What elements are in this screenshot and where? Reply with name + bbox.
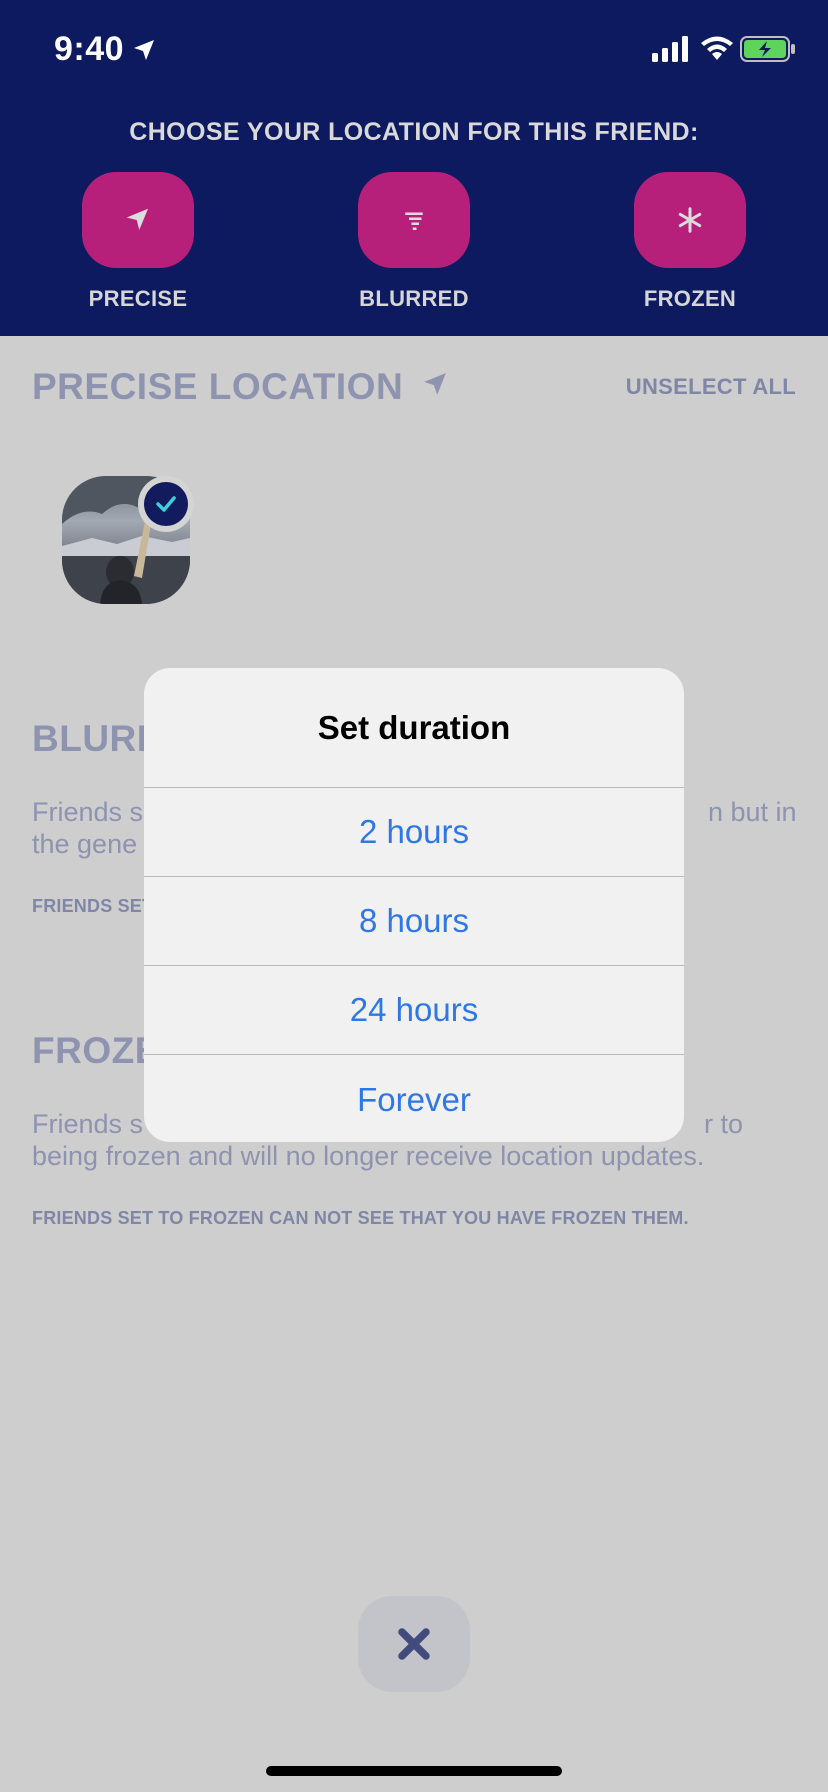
location-mode-header: 9:40 CHOOSE YOUR LOCATION FOR THIS FRIEN… xyxy=(0,0,828,336)
frozen-mode-button[interactable] xyxy=(634,172,746,268)
frozen-description-right: r to xyxy=(704,1109,744,1139)
location-arrow-icon xyxy=(126,208,148,230)
dialog-title: Set duration xyxy=(144,668,684,788)
mode-precise[interactable]: PRECISE xyxy=(82,172,194,312)
close-button[interactable] xyxy=(358,1596,470,1692)
frozen-description-line2: being frozen and will no longer receive … xyxy=(32,1141,705,1171)
precise-mode-label: PRECISE xyxy=(88,286,188,311)
wifi-icon xyxy=(701,36,733,60)
duration-option-24-hours[interactable]: 24 hours xyxy=(144,966,684,1055)
frozen-mode-label: FROZEN xyxy=(643,286,737,311)
precise-mode-button[interactable] xyxy=(82,172,194,268)
cellular-signal-icon xyxy=(652,36,688,62)
frozen-section-title: FROZE xyxy=(32,1030,160,1071)
choose-location-title: CHOOSE YOUR LOCATION FOR THIS FRIEND: xyxy=(129,118,699,146)
mode-blurred[interactable]: BLURRED xyxy=(358,172,470,312)
duration-option-8-hours[interactable]: 8 hours xyxy=(144,877,684,966)
status-bar: 9:40 xyxy=(0,0,828,100)
blurred-mode-label: BLURRED xyxy=(359,286,469,311)
precise-section-title: PRECISE LOCATION xyxy=(32,366,448,408)
checkmark-icon xyxy=(156,496,176,512)
blurred-description-right: n but in xyxy=(708,797,797,827)
home-indicator[interactable] xyxy=(266,1766,562,1776)
blurred-location-icon xyxy=(405,212,423,230)
snowflake-icon xyxy=(678,207,702,233)
battery-icon xyxy=(740,36,795,62)
mode-frozen[interactable]: FROZEN xyxy=(634,172,746,312)
duration-option-2-hours[interactable]: 2 hours xyxy=(144,788,684,877)
location-arrow-icon xyxy=(424,373,446,395)
unselect-all-button[interactable]: UNSELECT ALL xyxy=(626,374,796,400)
duration-option-forever[interactable]: Forever xyxy=(144,1055,684,1142)
location-services-icon xyxy=(134,40,154,60)
frozen-note: FRIENDS SET TO FROZEN CAN NOT SEE THAT Y… xyxy=(32,1208,689,1228)
friend-avatar-item[interactable] xyxy=(62,476,194,606)
precise-section-title-text: PRECISE LOCATION xyxy=(32,366,404,407)
blurred-note: FRIENDS SET xyxy=(32,896,154,916)
blurred-mode-button[interactable] xyxy=(358,172,470,268)
status-time: 9:40 xyxy=(54,30,125,68)
set-duration-dialog: Set duration 2 hours 8 hours 24 hours Fo… xyxy=(144,668,684,1142)
close-icon xyxy=(398,1628,430,1660)
selected-badge xyxy=(138,476,194,532)
